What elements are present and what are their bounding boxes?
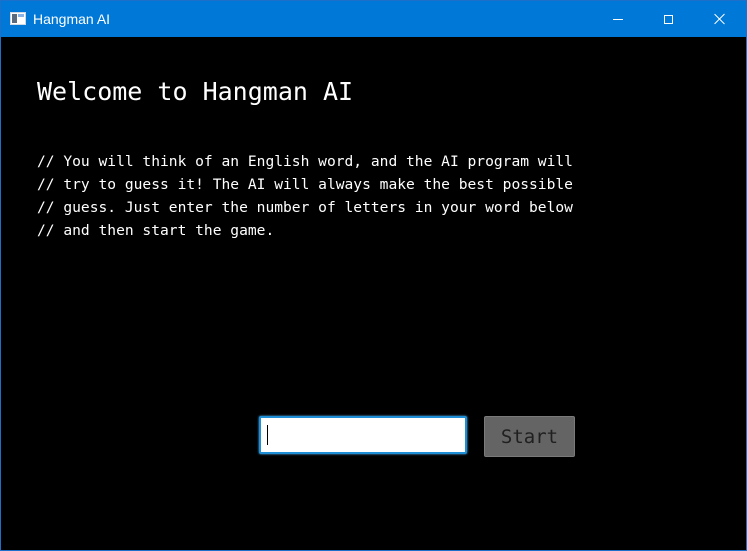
instructions-line: // You will think of an English word, an… bbox=[37, 153, 573, 170]
app-window: Hangman AI Welcome to Hangman AI // You … bbox=[0, 0, 747, 551]
close-button[interactable] bbox=[697, 1, 743, 37]
page-title: Welcome to Hangman AI bbox=[37, 77, 354, 106]
instructions-line: // and then start the game. bbox=[37, 222, 275, 239]
letter-count-input[interactable] bbox=[259, 416, 467, 454]
start-button[interactable]: Start bbox=[484, 416, 575, 457]
text-caret bbox=[267, 425, 268, 445]
title-bar[interactable]: Hangman AI bbox=[1, 1, 746, 37]
maximize-button[interactable] bbox=[645, 1, 691, 37]
minimize-icon bbox=[613, 18, 623, 20]
close-icon bbox=[714, 13, 726, 25]
window-app-icon bbox=[10, 12, 26, 25]
maximize-icon bbox=[663, 14, 673, 24]
instructions-line: // try to guess it! The AI will always m… bbox=[37, 176, 573, 193]
instructions-line: // guess. Just enter the number of lette… bbox=[37, 199, 573, 216]
minimize-button[interactable] bbox=[595, 1, 641, 37]
instructions-text: // You will think of an English word, an… bbox=[37, 150, 573, 242]
window-title: Hangman AI bbox=[33, 11, 111, 27]
